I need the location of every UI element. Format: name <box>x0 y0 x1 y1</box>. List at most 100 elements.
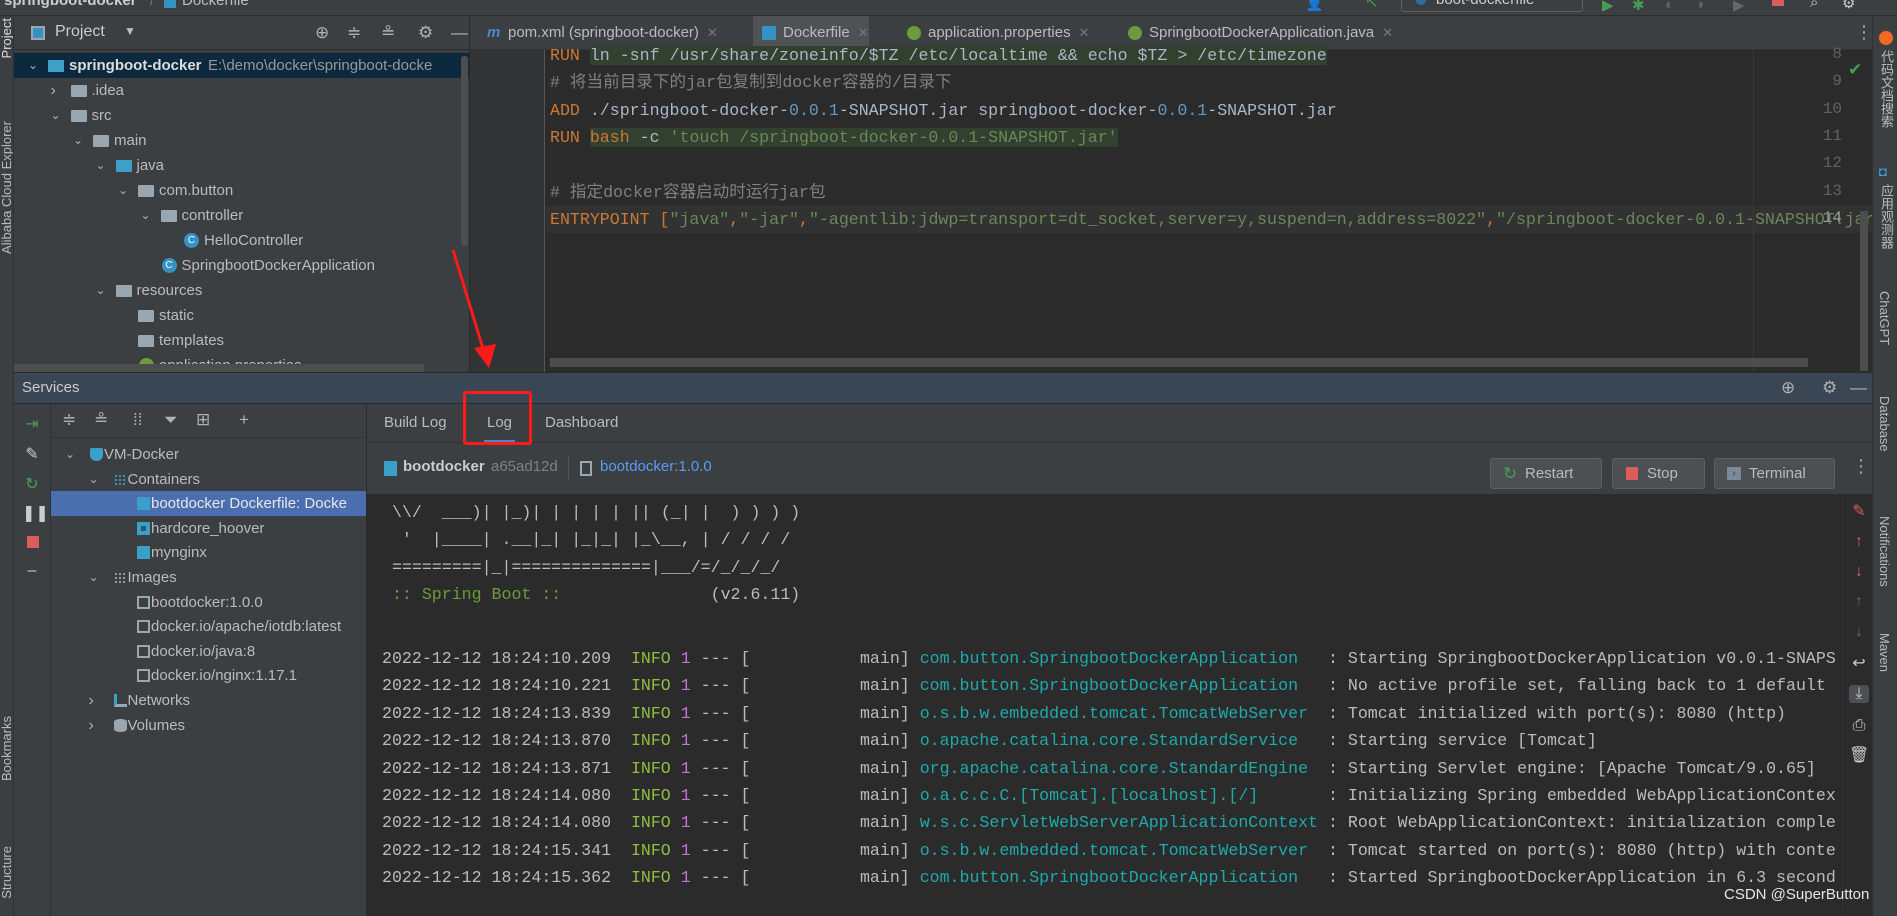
service-tree-item[interactable]: docker.io/apache/iotdb:latest <box>51 614 366 639</box>
toolwindow-app-observer[interactable]: 应用观测器 <box>1877 184 1896 249</box>
tree-item[interactable]: C HelloController <box>14 228 469 253</box>
tree-item[interactable]: › .idea <box>14 78 469 103</box>
toolwindow-project[interactable]: Project <box>0 18 13 58</box>
user-icon[interactable]: 👤 <box>1305 0 1324 12</box>
chevron-down-icon[interactable]: ⌄ <box>118 178 128 203</box>
log-console[interactable]: \\/ ___)| |_)| | | | | || (_| | ) ) ) ) … <box>367 495 1872 916</box>
chevron-down-icon[interactable]: ⌄ <box>89 467 99 492</box>
restart-icon[interactable]: ↻ <box>22 476 42 494</box>
tree-item[interactable]: ⌄ java <box>14 153 469 178</box>
project-title[interactable]: Project <box>55 23 105 41</box>
inspection-ok-icon[interactable]: ✔ <box>1848 60 1862 80</box>
tree-item[interactable]: templates <box>14 328 469 353</box>
search-icon[interactable]: ⌕ <box>1810 0 1818 11</box>
close-tab-icon[interactable]: ✕ <box>858 25 869 40</box>
pin-add-icon[interactable]: ⊞ <box>196 410 210 430</box>
stop-button[interactable]: Stop <box>1612 458 1705 489</box>
toolwindow-bookmarks[interactable]: Bookmarks <box>0 716 13 781</box>
next-occurrence-icon[interactable]: ↓ <box>1849 623 1869 641</box>
toolwindow-code-doc-search[interactable]: 代码文档搜索 <box>1877 50 1896 128</box>
service-tree-item[interactable]: docker.io/nginx:1.17.1 <box>51 663 366 688</box>
service-tree-item[interactable]: docker.io/java:8 <box>51 639 366 664</box>
tab-build-log[interactable]: Build Log <box>384 404 447 443</box>
code-line[interactable]: # 将当前目录下的jar包复制到docker容器的/目录下 <box>550 69 952 96</box>
terminal-button[interactable]: › Terminal <box>1714 458 1835 489</box>
log-output[interactable]: \\/ ___)| |_)| | | | | || (_| | ) ) ) ) … <box>367 495 1842 916</box>
chevron-down-icon[interactable]: ⌄ <box>96 153 106 178</box>
code-line[interactable]: RUN bash -c 'touch /springboot-docker-0.… <box>550 124 1118 151</box>
tree-item[interactable]: ⌄ com.button <box>14 178 469 203</box>
collapse-all-icon[interactable]: ≗ <box>381 23 395 43</box>
next-error-icon[interactable]: ↓ <box>1849 563 1869 581</box>
gear-icon[interactable]: ⚙ <box>1822 378 1837 398</box>
restart-button[interactable]: ↻ Restart <box>1490 458 1602 489</box>
toolwindow-chatgpt[interactable]: ChatGPT <box>1877 291 1892 345</box>
profile-icon[interactable]: ◐ <box>1665 0 1674 13</box>
service-tree-item[interactable]: ⌄ Images <box>51 565 366 590</box>
chevron-down-icon[interactable]: ⌄ <box>141 203 151 228</box>
expand-all-icon[interactable]: ≑ <box>62 410 76 430</box>
image-link[interactable]: bootdocker:1.0.0 <box>600 458 712 475</box>
print-icon[interactable]: ⎙ <box>1849 717 1869 735</box>
filter-icon[interactable]: ⏷ <box>164 410 178 430</box>
editor-vscrollbar[interactable] <box>1860 211 1868 371</box>
gear-icon[interactable]: ⚙ <box>418 23 433 43</box>
project-scrollbar[interactable] <box>461 56 468 246</box>
code-line[interactable]: ADD ./springboot-docker-0.0.1-SNAPSHOT.j… <box>550 97 1337 124</box>
tree-item[interactable]: ⌄ springboot-docker E:\demo\docker\springb… <box>14 53 469 78</box>
toolwindow-database[interactable]: Database <box>1877 396 1892 452</box>
chevron-down-icon[interactable]: ⌄ <box>73 128 83 153</box>
more-actions-icon[interactable]: ⋮ <box>1852 456 1870 477</box>
group-by-icon[interactable]: ⁞⁞ <box>133 410 142 430</box>
locate-icon[interactable]: ⊕ <box>1781 378 1795 398</box>
chevron-right-icon[interactable]: › <box>89 713 94 738</box>
chevron-down-icon[interactable]: ⌄ <box>65 442 75 467</box>
rerun-icon[interactable]: ⇥ <box>22 416 42 434</box>
chevron-down-icon[interactable]: ⌄ <box>89 565 99 590</box>
toolwindow-notifications[interactable]: Notifications <box>1877 516 1892 587</box>
service-tree-item[interactable]: ⌄ VM-Docker <box>51 442 366 467</box>
settings-icon[interactable]: ⚙ <box>1842 0 1855 12</box>
hide-icon[interactable]: — <box>1850 378 1867 398</box>
vcs-back-icon[interactable]: ↖ <box>1365 0 1378 12</box>
pause-icon[interactable]: ❚❚ <box>22 505 49 523</box>
close-tab-icon[interactable]: ✕ <box>707 25 718 40</box>
tree-item[interactable]: C SpringbootDockerApplication <box>14 253 469 278</box>
code-line[interactable]: ENTRYPOINT ["java","-jar","-agentlib:jdw… <box>550 206 1872 233</box>
run-icon[interactable]: ▶ <box>1602 0 1614 14</box>
trash-icon[interactable]: 🗑 <box>1849 747 1869 765</box>
locate-icon[interactable]: ⊕ <box>315 23 329 43</box>
more-tabs-icon[interactable]: ⋮ <box>1855 22 1872 43</box>
service-tree-item[interactable]: › Networks <box>51 688 366 713</box>
editor-hscrollbar[interactable] <box>550 358 1808 367</box>
stop-icon[interactable] <box>1772 0 1784 6</box>
coverage-icon[interactable]: ◑ <box>1695 0 1704 13</box>
chevron-down-icon[interactable]: ⌄ <box>96 278 106 303</box>
code-line[interactable]: # 指定docker容器启动时运行jar包 <box>550 179 825 206</box>
tree-item[interactable]: ⌄ src <box>14 103 469 128</box>
chevron-down-icon[interactable]: ⌄ <box>51 103 61 128</box>
stop-icon[interactable] <box>27 536 39 548</box>
service-tree-item[interactable]: › Volumes <box>51 713 366 738</box>
hide-icon[interactable]: — <box>451 23 468 43</box>
collapse-all-icon[interactable]: ≗ <box>94 410 108 430</box>
toolwindow-alibaba-cloud[interactable]: Alibaba Cloud Explorer <box>0 121 13 254</box>
debug-icon[interactable]: ✱ <box>1632 0 1645 14</box>
service-tree-item[interactable]: bootdocker:1.0.0 <box>51 590 366 615</box>
service-tree-item[interactable]: mynginx <box>51 540 366 565</box>
minimize-icon[interactable]: – <box>22 562 42 580</box>
close-tab-icon[interactable]: ✕ <box>1079 25 1090 40</box>
tree-item[interactable]: ⌄ controller <box>14 203 469 228</box>
previous-error-icon[interactable]: ↑ <box>1849 533 1869 551</box>
service-tree-item[interactable]: hardcore_hoover <box>51 516 366 541</box>
run-config-dropdown[interactable]: boot-dockerfile <box>1401 0 1583 12</box>
clear-all-icon[interactable]: ✎ <box>1849 503 1869 521</box>
tab-dashboard[interactable]: Dashboard <box>545 404 618 443</box>
breadcrumb-project[interactable]: springboot-docker <box>4 0 137 9</box>
rerun-icon[interactable]: ▶ <box>1733 0 1745 14</box>
toolwindow-structure[interactable]: Structure <box>0 846 13 899</box>
code-area[interactable]: 8 RUN ln -snf /usr/share/zoneinfo/$TZ /et… <box>470 45 1872 372</box>
project-hscrollbar[interactable] <box>14 364 424 372</box>
chevron-down-icon[interactable]: ⌄ <box>28 53 38 78</box>
chevron-right-icon[interactable]: › <box>51 78 56 103</box>
